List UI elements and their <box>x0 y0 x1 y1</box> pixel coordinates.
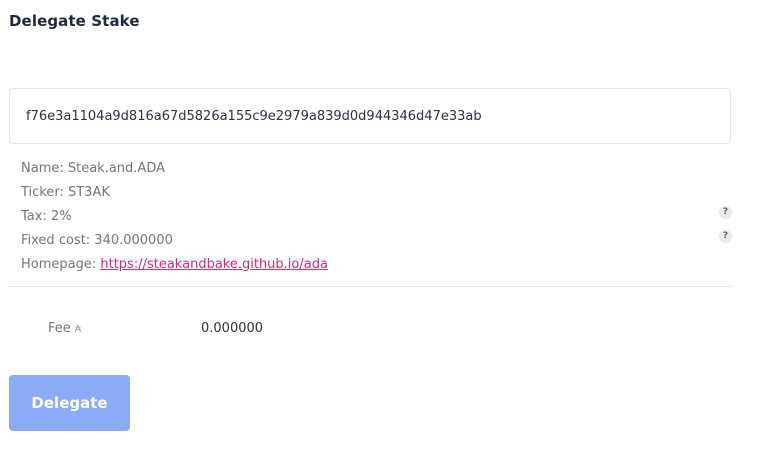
fixed-cost-help-icon[interactable]: ? <box>719 230 732 243</box>
homepage-link[interactable]: https://steakandbake.github.io/ada <box>100 257 328 272</box>
pool-name: Name: Steak.and.ADA <box>21 161 165 176</box>
pool-homepage: Homepage: https://steakandbake.github.io… <box>21 256 328 280</box>
homepage-label: Homepage: <box>21 257 101 272</box>
pool-info: Name: Steak.and.ADA Ticker: ST3AK Tax: 2… <box>21 160 328 280</box>
pool-ticker: Ticker: ST3AK <box>21 185 110 200</box>
pool-tax: Tax: 2% <box>21 209 72 224</box>
pool-id-input[interactable] <box>26 89 716 143</box>
pool-id-field[interactable] <box>9 88 731 144</box>
divider <box>9 286 733 287</box>
fee-label-text: Fee <box>48 321 71 336</box>
fee-label: Fee ₳ <box>48 321 81 336</box>
fee-value: 0.000000 <box>201 321 264 336</box>
pool-fixed-cost: Fixed cost: 340.000000 <box>21 233 173 248</box>
tax-help-icon[interactable]: ? <box>719 206 732 219</box>
delegate-button[interactable]: Delegate <box>9 375 130 431</box>
page-title: Delegate Stake <box>9 12 140 30</box>
ada-currency-icon: ₳ <box>74 324 82 335</box>
